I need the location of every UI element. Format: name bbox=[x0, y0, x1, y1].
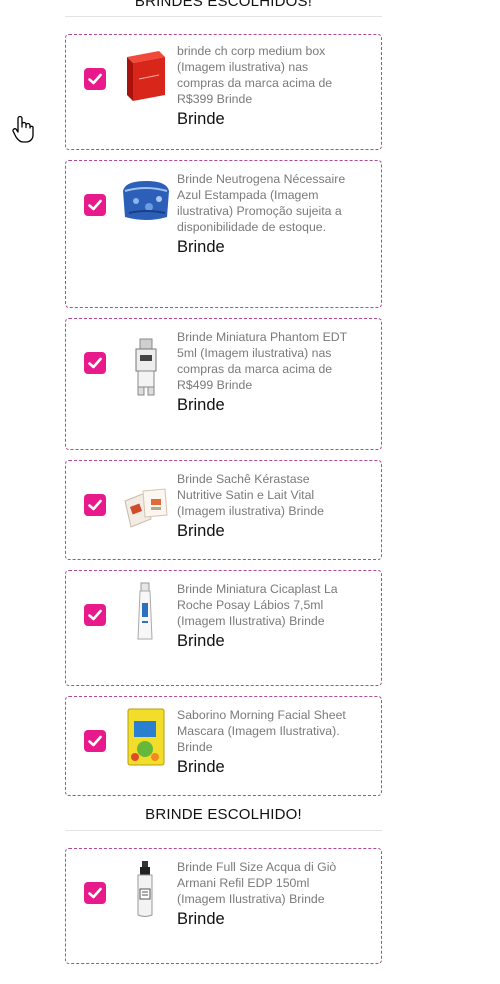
red-gift-box-icon bbox=[121, 45, 171, 105]
sachet-packets-icon bbox=[121, 479, 171, 539]
perfume-refill-bottle-icon bbox=[121, 859, 171, 919]
gift-description: Brinde Sachê Kérastase Nutritive Satin e… bbox=[177, 472, 324, 518]
gift-description: Brinde Miniatura Phantom EDT 5ml (Imagem… bbox=[177, 330, 347, 392]
sheet-mask-pack-icon bbox=[121, 707, 171, 767]
gift-description: Brinde Full Size Acqua di Giò Armani Ref… bbox=[177, 860, 337, 906]
gift-tag: Brinde bbox=[177, 632, 225, 650]
gift-tag: Brinde bbox=[177, 110, 225, 128]
gift-description-block: Brinde Miniatura Phantom EDT 5ml (Imagem… bbox=[177, 329, 347, 415]
checkbox-checked[interactable] bbox=[84, 352, 106, 374]
gift-tag: Brinde bbox=[177, 910, 225, 928]
checkbox-checked[interactable] bbox=[84, 604, 106, 626]
gift-description-block: brinde ch corp medium box (Imagem ilustr… bbox=[177, 43, 347, 129]
gift-description-block: Saborino Morning Facial Sheet Mascara (I… bbox=[177, 707, 347, 777]
gift-card[interactable]: brinde ch corp medium box (Imagem ilustr… bbox=[65, 34, 382, 150]
gift-card[interactable]: Brinde Miniatura Phantom EDT 5ml (Imagem… bbox=[65, 318, 382, 450]
gift-description: brinde ch corp medium box (Imagem ilustr… bbox=[177, 44, 333, 106]
gift-description-block: Brinde Sachê Kérastase Nutritive Satin e… bbox=[177, 471, 347, 541]
gift-description-block: Brinde Miniatura Cicaplast La Roche Posa… bbox=[177, 581, 347, 651]
gift-description-block: Brinde Full Size Acqua di Giò Armani Ref… bbox=[177, 859, 347, 929]
gift-card[interactable]: Saborino Morning Facial Sheet Mascara (I… bbox=[65, 696, 382, 796]
gift-card[interactable]: Brinde Miniatura Cicaplast La Roche Posa… bbox=[65, 570, 382, 686]
robot-perfume-bottle-icon bbox=[121, 337, 171, 397]
gift-tag: Brinde bbox=[177, 522, 225, 540]
gift-description: Saborino Morning Facial Sheet Mascara (I… bbox=[177, 708, 346, 754]
gift-description-block: Brinde Neutrogena Nécessaire Azul Estamp… bbox=[177, 171, 347, 257]
checkbox-checked[interactable] bbox=[84, 194, 106, 216]
gift-description: Brinde Miniatura Cicaplast La Roche Posa… bbox=[177, 582, 338, 628]
section-title-single: BRINDE ESCOLHIDO! bbox=[145, 806, 302, 823]
checkbox-checked[interactable] bbox=[84, 494, 106, 516]
section-divider bbox=[65, 830, 382, 831]
checkbox-checked[interactable] bbox=[84, 882, 106, 904]
section-divider bbox=[65, 16, 382, 17]
gift-description: Brinde Neutrogena Nécessaire Azul Estamp… bbox=[177, 172, 346, 234]
gift-tag: Brinde bbox=[177, 238, 225, 256]
checkbox-checked[interactable] bbox=[84, 68, 106, 90]
checkbox-checked[interactable] bbox=[84, 730, 106, 752]
gift-card[interactable]: Brinde Full Size Acqua di Giò Armani Ref… bbox=[65, 848, 382, 964]
gift-tag: Brinde bbox=[177, 396, 225, 414]
gift-card[interactable]: Brinde Neutrogena Nécessaire Azul Estamp… bbox=[65, 160, 382, 308]
hand-pointer-icon bbox=[12, 114, 34, 149]
section-title-multi: BRINDES ESCOLHIDOS! bbox=[134, 0, 313, 10]
gift-tag: Brinde bbox=[177, 758, 225, 776]
gift-card[interactable]: Brinde Sachê Kérastase Nutritive Satin e… bbox=[65, 460, 382, 560]
lip-balm-tube-icon bbox=[121, 581, 171, 641]
blue-pouch-icon bbox=[121, 169, 171, 229]
